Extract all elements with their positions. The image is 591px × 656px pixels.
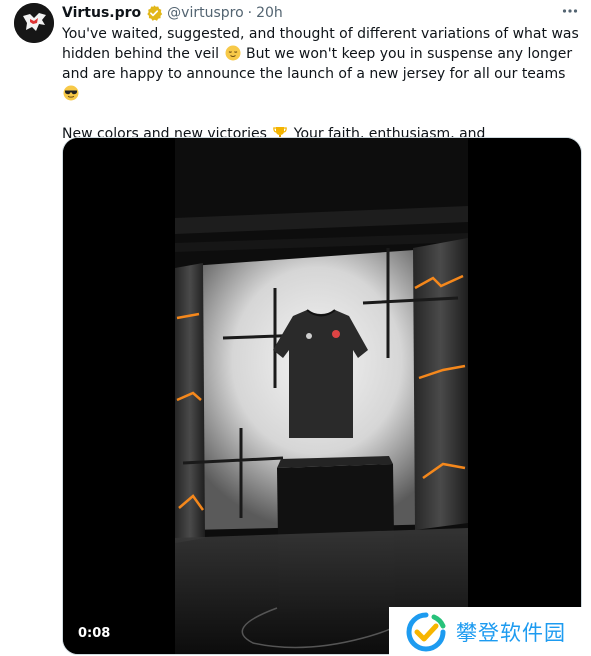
- author-handle[interactable]: @virtuspro: [167, 4, 244, 22]
- virtuspro-logo-icon: [14, 3, 54, 43]
- video-duration: 0:08: [78, 626, 111, 641]
- site-watermark: 攀登软件园: [389, 607, 591, 656]
- tweet-paragraph-1: You've waited, suggested, and thought of…: [62, 24, 582, 104]
- tweet-line-2b: But we won't keep you in suspense any lo…: [245, 46, 573, 62]
- tweet-text: You've waited, suggested, and thought of…: [62, 24, 582, 144]
- watermark-logo-icon: [406, 612, 446, 651]
- more-options-icon[interactable]: [561, 2, 579, 20]
- tweet[interactable]: Virtus.pro @virtuspro · 20h You've waite…: [0, 0, 591, 656]
- sunglasses-face-emoji-icon: [63, 85, 79, 101]
- relieved-face-emoji-icon: [225, 45, 241, 61]
- author-name[interactable]: Virtus.pro: [62, 4, 141, 22]
- verified-badge-icon: [145, 4, 163, 22]
- tweet-header: Virtus.pro @virtuspro · 20h: [62, 4, 579, 22]
- avatar[interactable]: [14, 3, 54, 43]
- tweet-line-3: and are happy to announce the launch of …: [62, 66, 566, 82]
- tweet-line-2a: hidden behind the veil: [62, 46, 220, 62]
- watermark-text: 攀登软件园: [456, 620, 566, 645]
- video-frame: [63, 138, 581, 654]
- tweet-timestamp[interactable]: 20h: [256, 4, 283, 22]
- video-player[interactable]: 0:08: [62, 137, 582, 655]
- separator-dot: ·: [247, 5, 253, 21]
- tweet-line-1: You've waited, suggested, and thought of…: [62, 26, 579, 42]
